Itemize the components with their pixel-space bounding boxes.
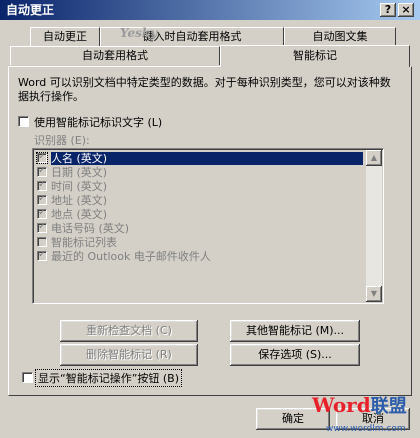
tab-label: 键入时自动套用格式 [142,30,242,43]
recognizers-list[interactable]: 人名 (英文) 日期 (英文) 时间 (英文) 地址 (英文) 地点 (英文) … [32,148,384,304]
list-item[interactable]: 智能标记列表 [35,236,365,249]
tab-label: 自动套用格式 [82,49,148,62]
close-button[interactable]: × [398,3,414,17]
list-item-label: 地址 (英文) [51,194,108,207]
list-item-checkbox[interactable] [36,151,48,164]
list-item[interactable]: 地址 (英文) [35,193,365,207]
list-item[interactable]: 最近的 Outlook 电子邮件收件人 [35,249,365,263]
list-item[interactable]: 时间 (英文) [35,179,365,193]
use-smart-tags-checkbox[interactable] [18,116,29,127]
list-item[interactable]: 日期 (英文) [35,165,365,179]
list-item-label: 电话号码 (英文) [51,222,130,235]
list-item-checkbox[interactable] [37,179,47,191]
tab-autoformat[interactable]: 自动套用格式 [10,46,220,65]
list-item[interactable]: 地点 (英文) [35,207,365,221]
brand-logo-word: Word [312,393,371,417]
list-item-checkbox[interactable] [37,249,47,261]
scroll-down-arrow-icon[interactable]: ▼ [366,286,382,302]
tab-autotext[interactable]: 自动图文集 [284,27,396,46]
list-item-label: 时间 (英文) [51,180,108,193]
list-item-checkbox[interactable] [37,221,47,233]
more-smart-tags-button[interactable]: 其他智能标记 (M)... [230,320,360,342]
list-item-checkbox[interactable] [37,193,47,205]
tab-label: 自动更正 [43,30,87,43]
remove-smart-tags-button[interactable]: 删除智能标记 (R) [60,344,198,366]
tab-smart-tags[interactable]: 智能标记 [220,45,410,67]
window-title: 自动更正 [6,3,55,17]
list-item[interactable]: 电话号码 (英文) [35,221,365,235]
tab-label: 自动图文集 [312,30,368,43]
list-item-checkbox[interactable] [37,165,47,177]
show-actions-checkbox[interactable] [22,372,33,383]
list-item-label: 最近的 Outlook 电子邮件收件人 [51,250,211,263]
brand-logo-union: 联盟 [370,396,407,417]
list-item-label: 地点 (英文) [51,208,108,221]
list-item-checkbox[interactable] [37,237,47,247]
show-actions-label: 显示“智能标记操作”按钮 (B) [34,369,183,387]
description-text: Word 可以识别文档中特定类型的数据。对于每种识别类型，您可以对该种数据执行操… [18,76,391,103]
list-item-label: 日期 (英文) [51,166,108,179]
list-item[interactable]: 人名 (英文) [35,151,365,165]
recheck-document-button[interactable]: 重新检查文档 (C) [60,320,198,342]
recognizers-label: 识别器 (E): [34,134,90,147]
use-smart-tags-label: 使用智能标记标识文字 (L) [34,116,163,129]
help-button[interactable]: ? [380,3,396,17]
tab-autocorrect[interactable]: 自动更正 [30,27,100,46]
yesky-watermark: Yesky [120,26,158,40]
tab-label: 智能标记 [293,49,337,62]
list-scrollbar[interactable]: ▲ ▼ [366,150,382,302]
list-item-label: 智能标记列表 [51,236,117,249]
save-options-button[interactable]: 保存选项 (S)... [230,344,360,366]
title-bar: 自动更正 [0,0,420,20]
list-item-label: 人名 (英文) [51,152,363,165]
list-item-checkbox[interactable] [37,207,47,219]
scroll-up-arrow-icon[interactable]: ▲ [366,150,382,166]
brand-url: www.wordlm.com [326,424,406,434]
brand-logo: Word联盟 [312,393,407,418]
